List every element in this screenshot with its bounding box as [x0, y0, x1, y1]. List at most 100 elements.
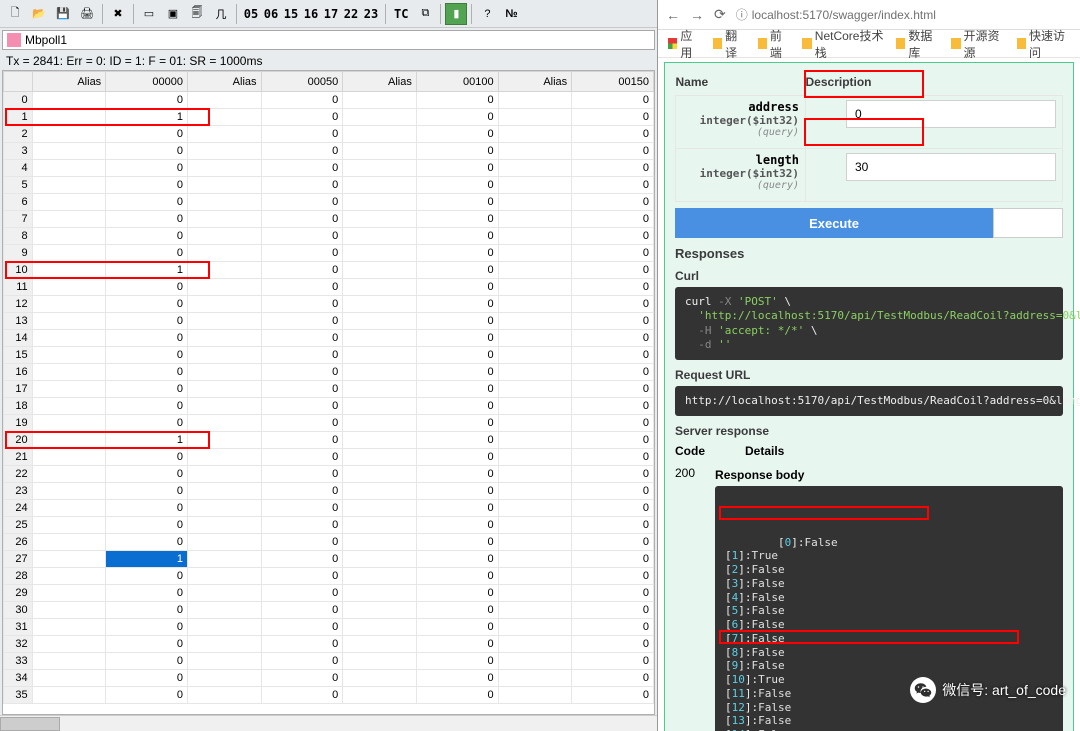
alias-cell[interactable]: [187, 364, 261, 381]
alias-cell[interactable]: [343, 687, 417, 704]
value-cell[interactable]: 0: [572, 330, 654, 347]
value-cell[interactable]: 0: [572, 585, 654, 602]
value-cell[interactable]: 0: [416, 483, 498, 500]
value-cell[interactable]: 0: [572, 398, 654, 415]
alias-cell[interactable]: [32, 670, 106, 687]
data-grid[interactable]: Alias00000Alias00050Alias00100Alias00150…: [2, 70, 655, 715]
row-0[interactable]: 0: [4, 92, 33, 109]
value-cell[interactable]: 0: [261, 432, 343, 449]
value-cell[interactable]: 0: [416, 551, 498, 568]
alias-cell[interactable]: [187, 500, 261, 517]
row-18[interactable]: 18: [4, 398, 33, 415]
value-cell[interactable]: 0: [416, 211, 498, 228]
row-22[interactable]: 22: [4, 466, 33, 483]
open-icon[interactable]: 📂: [28, 3, 50, 25]
hscroll-thumb[interactable]: [0, 717, 60, 731]
alias-cell[interactable]: [343, 568, 417, 585]
value-cell[interactable]: 0: [261, 245, 343, 262]
value-cell[interactable]: 0: [106, 92, 188, 109]
row-2[interactable]: 2: [4, 126, 33, 143]
value-cell[interactable]: 0: [106, 347, 188, 364]
value-cell[interactable]: 0: [261, 109, 343, 126]
value-cell[interactable]: 0: [416, 398, 498, 415]
alias-cell[interactable]: [187, 483, 261, 500]
value-cell[interactable]: 0: [416, 126, 498, 143]
alias-cell[interactable]: [32, 330, 106, 347]
value-cell[interactable]: 0: [261, 126, 343, 143]
row-14[interactable]: 14: [4, 330, 33, 347]
row-35[interactable]: 35: [4, 687, 33, 704]
fc-05-button[interactable]: 05: [241, 3, 261, 25]
alias-cell[interactable]: [498, 653, 572, 670]
value-cell[interactable]: 1: [106, 109, 188, 126]
value-cell[interactable]: 0: [572, 670, 654, 687]
row-20[interactable]: 20: [4, 432, 33, 449]
value-cell[interactable]: 0: [106, 143, 188, 160]
value-cell[interactable]: 1: [106, 262, 188, 279]
row-17[interactable]: 17: [4, 381, 33, 398]
alias-cell[interactable]: [343, 92, 417, 109]
value-cell[interactable]: 0: [416, 143, 498, 160]
row-30[interactable]: 30: [4, 602, 33, 619]
value-cell[interactable]: 0: [572, 279, 654, 296]
value-cell[interactable]: 0: [416, 228, 498, 245]
row-25[interactable]: 25: [4, 517, 33, 534]
value-cell[interactable]: 0: [572, 245, 654, 262]
col-00100[interactable]: 00100: [416, 72, 498, 92]
alias-cell[interactable]: [187, 653, 261, 670]
value-cell[interactable]: 0: [261, 449, 343, 466]
value-cell[interactable]: 0: [106, 245, 188, 262]
execute-button[interactable]: Execute: [675, 208, 993, 238]
alias-cell[interactable]: [343, 126, 417, 143]
value-cell[interactable]: 0: [572, 109, 654, 126]
alias-cell[interactable]: [343, 347, 417, 364]
value-cell[interactable]: 0: [572, 364, 654, 381]
x1-icon[interactable]: ⧉: [414, 3, 436, 25]
alias-cell[interactable]: [187, 245, 261, 262]
value-cell[interactable]: 0: [106, 449, 188, 466]
t1-icon[interactable]: ▭: [138, 3, 160, 25]
alias-cell[interactable]: [32, 211, 106, 228]
value-cell[interactable]: 1: [106, 551, 188, 568]
alias-cell[interactable]: [32, 636, 106, 653]
alias-cell[interactable]: [343, 211, 417, 228]
row-13[interactable]: 13: [4, 313, 33, 330]
curl-box[interactable]: curl -X 'POST' \ 'http://localhost:5170/…: [675, 287, 1063, 360]
value-cell[interactable]: 0: [416, 330, 498, 347]
alias-cell[interactable]: [498, 160, 572, 177]
value-cell[interactable]: 0: [261, 398, 343, 415]
row-31[interactable]: 31: [4, 619, 33, 636]
alias-cell[interactable]: [32, 228, 106, 245]
row-4[interactable]: 4: [4, 160, 33, 177]
value-cell[interactable]: 0: [261, 330, 343, 347]
value-cell[interactable]: 0: [572, 500, 654, 517]
alias-cell[interactable]: [32, 143, 106, 160]
alias-cell[interactable]: [32, 126, 106, 143]
alias-cell[interactable]: [32, 687, 106, 704]
alias-cell[interactable]: [343, 194, 417, 211]
col-Alias[interactable]: Alias: [343, 72, 417, 92]
corner[interactable]: [4, 72, 33, 92]
fc-17-button[interactable]: 17: [321, 3, 341, 25]
alias-cell[interactable]: [187, 636, 261, 653]
value-cell[interactable]: 0: [106, 160, 188, 177]
alias-cell[interactable]: [343, 245, 417, 262]
alias-cell[interactable]: [498, 500, 572, 517]
alias-cell[interactable]: [187, 194, 261, 211]
value-cell[interactable]: 0: [106, 279, 188, 296]
alias-cell[interactable]: [343, 228, 417, 245]
row-12[interactable]: 12: [4, 296, 33, 313]
value-cell[interactable]: 0: [416, 653, 498, 670]
alias-cell[interactable]: [343, 296, 417, 313]
alias-cell[interactable]: [32, 551, 106, 568]
alias-cell[interactable]: [32, 109, 106, 126]
value-cell[interactable]: 0: [106, 636, 188, 653]
alias-cell[interactable]: [187, 347, 261, 364]
new-icon[interactable]: 🗋: [4, 3, 26, 25]
value-cell[interactable]: 0: [261, 636, 343, 653]
value-cell[interactable]: 0: [261, 619, 343, 636]
row-26[interactable]: 26: [4, 534, 33, 551]
alias-cell[interactable]: [498, 534, 572, 551]
alias-cell[interactable]: [498, 194, 572, 211]
alias-cell[interactable]: [498, 636, 572, 653]
